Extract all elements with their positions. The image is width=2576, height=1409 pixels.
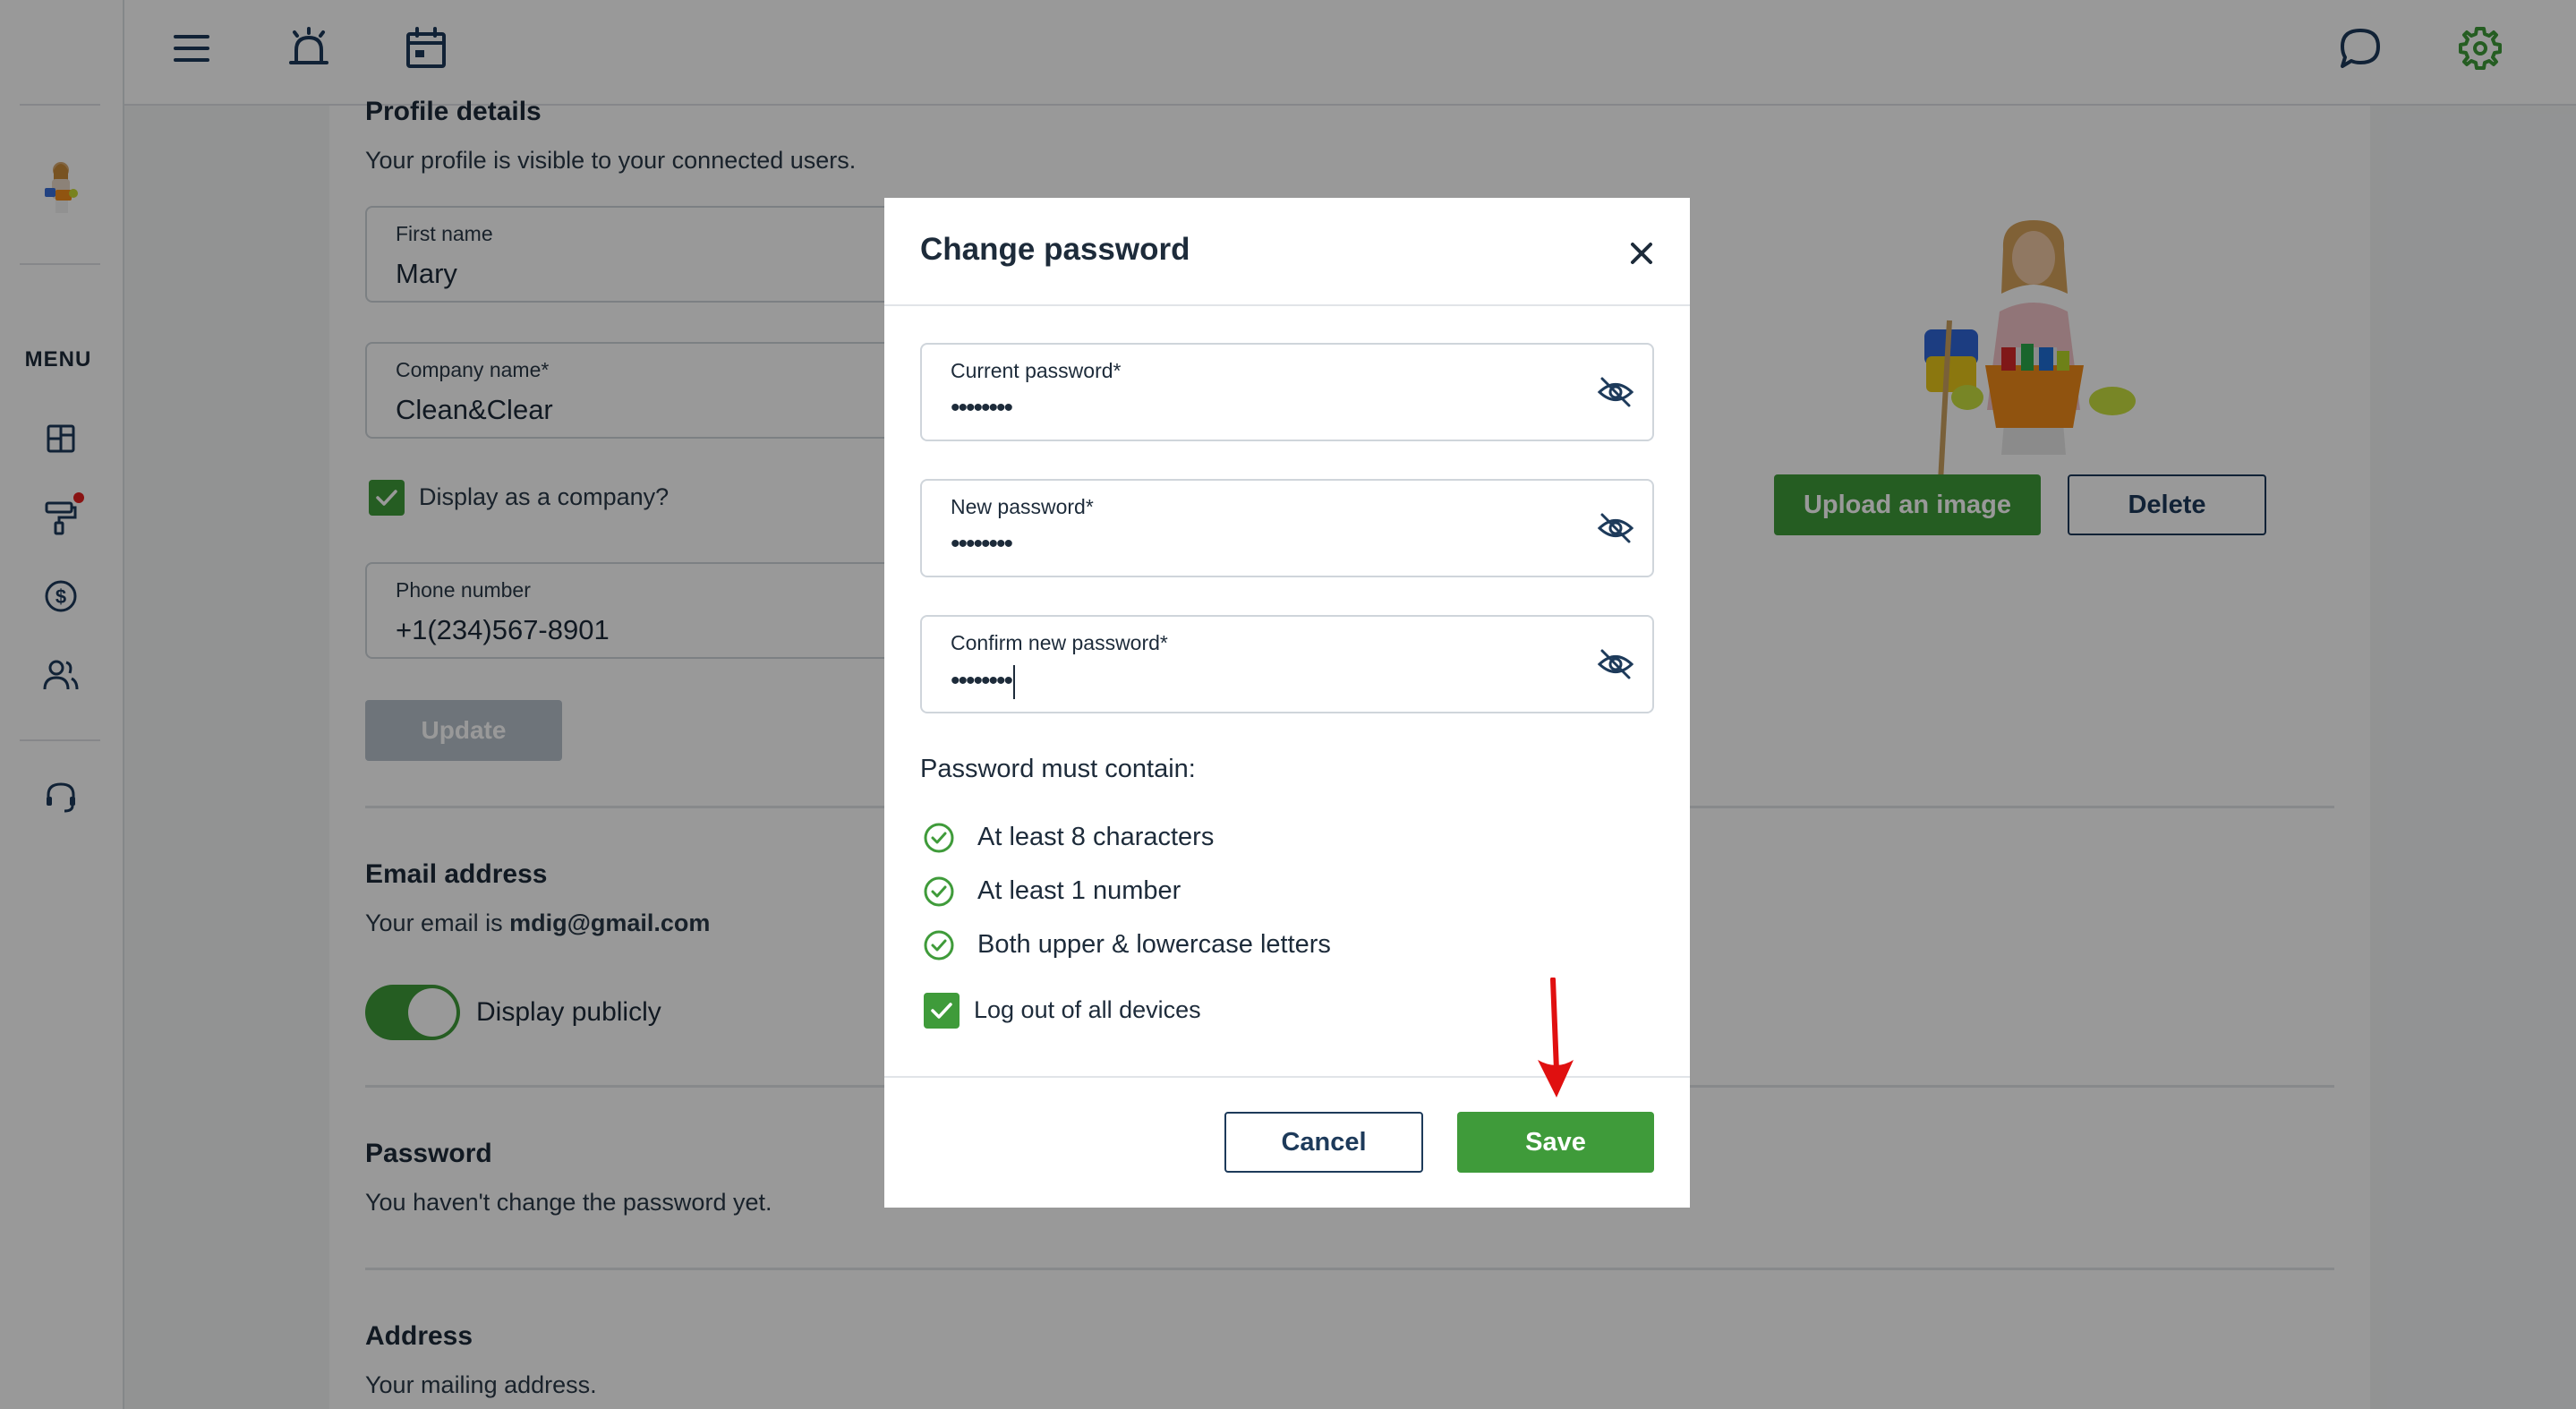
logout-all-devices-label: Log out of all devices (974, 996, 1201, 1023)
confirm-password-value: •••••••• (951, 665, 1013, 696)
current-password-label: Current password* (951, 359, 1122, 382)
eye-off-icon[interactable] (1595, 644, 1636, 685)
logout-all-devices-checkbox[interactable] (924, 993, 960, 1029)
check-circle-icon (924, 823, 954, 853)
confirm-password-value-wrap: •••••••• (951, 665, 1016, 699)
requirement-text: At least 1 number (977, 876, 1181, 905)
confirm-password-label: Confirm new password* (951, 631, 1168, 654)
dialog-title: Change password (920, 232, 1190, 267)
new-password-label: New password* (951, 495, 1094, 518)
eye-off-icon[interactable] (1595, 371, 1636, 413)
requirement-text: Both upper & lowercase letters (977, 930, 1331, 959)
check-circle-icon (924, 876, 954, 907)
close-icon[interactable] (1622, 234, 1661, 273)
requirements-title: Password must contain: (920, 755, 1196, 783)
text-caret (1013, 665, 1016, 699)
checkmark-icon (931, 1003, 952, 1019)
check-circle-icon (924, 930, 954, 961)
annotation-arrow-icon (1538, 978, 1574, 1097)
eye-off-icon[interactable] (1595, 508, 1636, 549)
cancel-button[interactable]: Cancel (1224, 1112, 1423, 1173)
requirement-text: At least 8 characters (977, 823, 1215, 851)
confirm-password-field[interactable]: Confirm new password* •••••••• (920, 615, 1654, 713)
current-password-field[interactable]: Current password* •••••••• (920, 343, 1654, 441)
new-password-value: •••••••• (951, 529, 1013, 559)
current-password-value: •••••••• (951, 393, 1013, 423)
save-button[interactable]: Save (1457, 1112, 1654, 1173)
dialog-header-divider (884, 304, 1690, 306)
new-password-field[interactable]: New password* •••••••• (920, 479, 1654, 577)
